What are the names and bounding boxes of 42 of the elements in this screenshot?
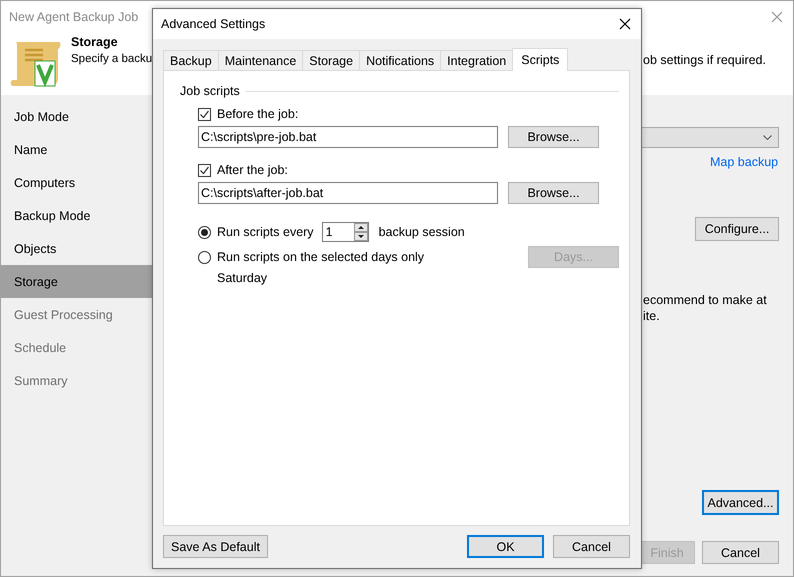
info-text: ecommend to make at ite. [643, 292, 767, 324]
checkbox[interactable] [198, 108, 211, 120]
radio-label: Run scripts on the selected days only [217, 250, 426, 264]
tab[interactable]: Scripts [512, 48, 568, 71]
wizard-step[interactable]: Computers [1, 166, 152, 199]
advanced-button[interactable]: Advanced... [702, 490, 779, 515]
ok-button[interactable]: OK [467, 535, 544, 558]
radio-label: Run scripts every [217, 225, 314, 239]
wizard-step[interactable]: Job Mode [1, 100, 152, 133]
tab[interactable]: Backup [163, 50, 219, 70]
checkbox-label: After the job: [217, 163, 288, 177]
close-icon[interactable] [619, 18, 631, 30]
dialog-title: Advanced Settings [161, 17, 266, 31]
wizard-step[interactable]: Storage [1, 265, 152, 298]
checkbox[interactable] [198, 164, 211, 176]
tab[interactable]: Integration [440, 50, 514, 70]
script-path-field[interactable]: C:\scripts\after-job.bat [198, 182, 498, 204]
save-default-button[interactable]: Save As Default [163, 535, 268, 558]
spin-arrows-icon[interactable] [354, 223, 368, 241]
scroll-icon [9, 40, 61, 88]
page-description: ob settings if required. [643, 53, 766, 67]
page-title: Storage [71, 35, 119, 49]
radio-button[interactable] [198, 250, 211, 264]
group-title: Job scripts [180, 84, 240, 98]
selected-days-text: Saturday [216, 271, 268, 285]
chevron-icon [763, 135, 772, 140]
checkbox-label: Before the job: [217, 107, 298, 121]
wizard-step[interactable]: Objects [1, 232, 152, 265]
wizard-step[interactable]: Backup Mode [1, 199, 152, 232]
cancel-button[interactable]: Cancel [702, 541, 779, 564]
script-path-field[interactable]: C:\scripts\pre-job.bat [198, 126, 498, 148]
tab[interactable]: Storage [302, 50, 360, 70]
cancel-button[interactable]: Cancel [553, 535, 630, 558]
page-description: Specify a backu [71, 53, 152, 65]
wizard-step[interactable]: Name [1, 133, 152, 166]
browse-button[interactable]: Browse... [508, 126, 599, 148]
browse-button[interactable]: Browse... [508, 182, 599, 204]
map-backup-link[interactable]: Map backup [710, 155, 778, 169]
radio-button[interactable] [198, 226, 211, 238]
configure-button[interactable]: Configure... [695, 217, 779, 241]
window-title: New Agent Backup Job [9, 10, 140, 24]
radio-suffix: backup session [378, 225, 465, 239]
